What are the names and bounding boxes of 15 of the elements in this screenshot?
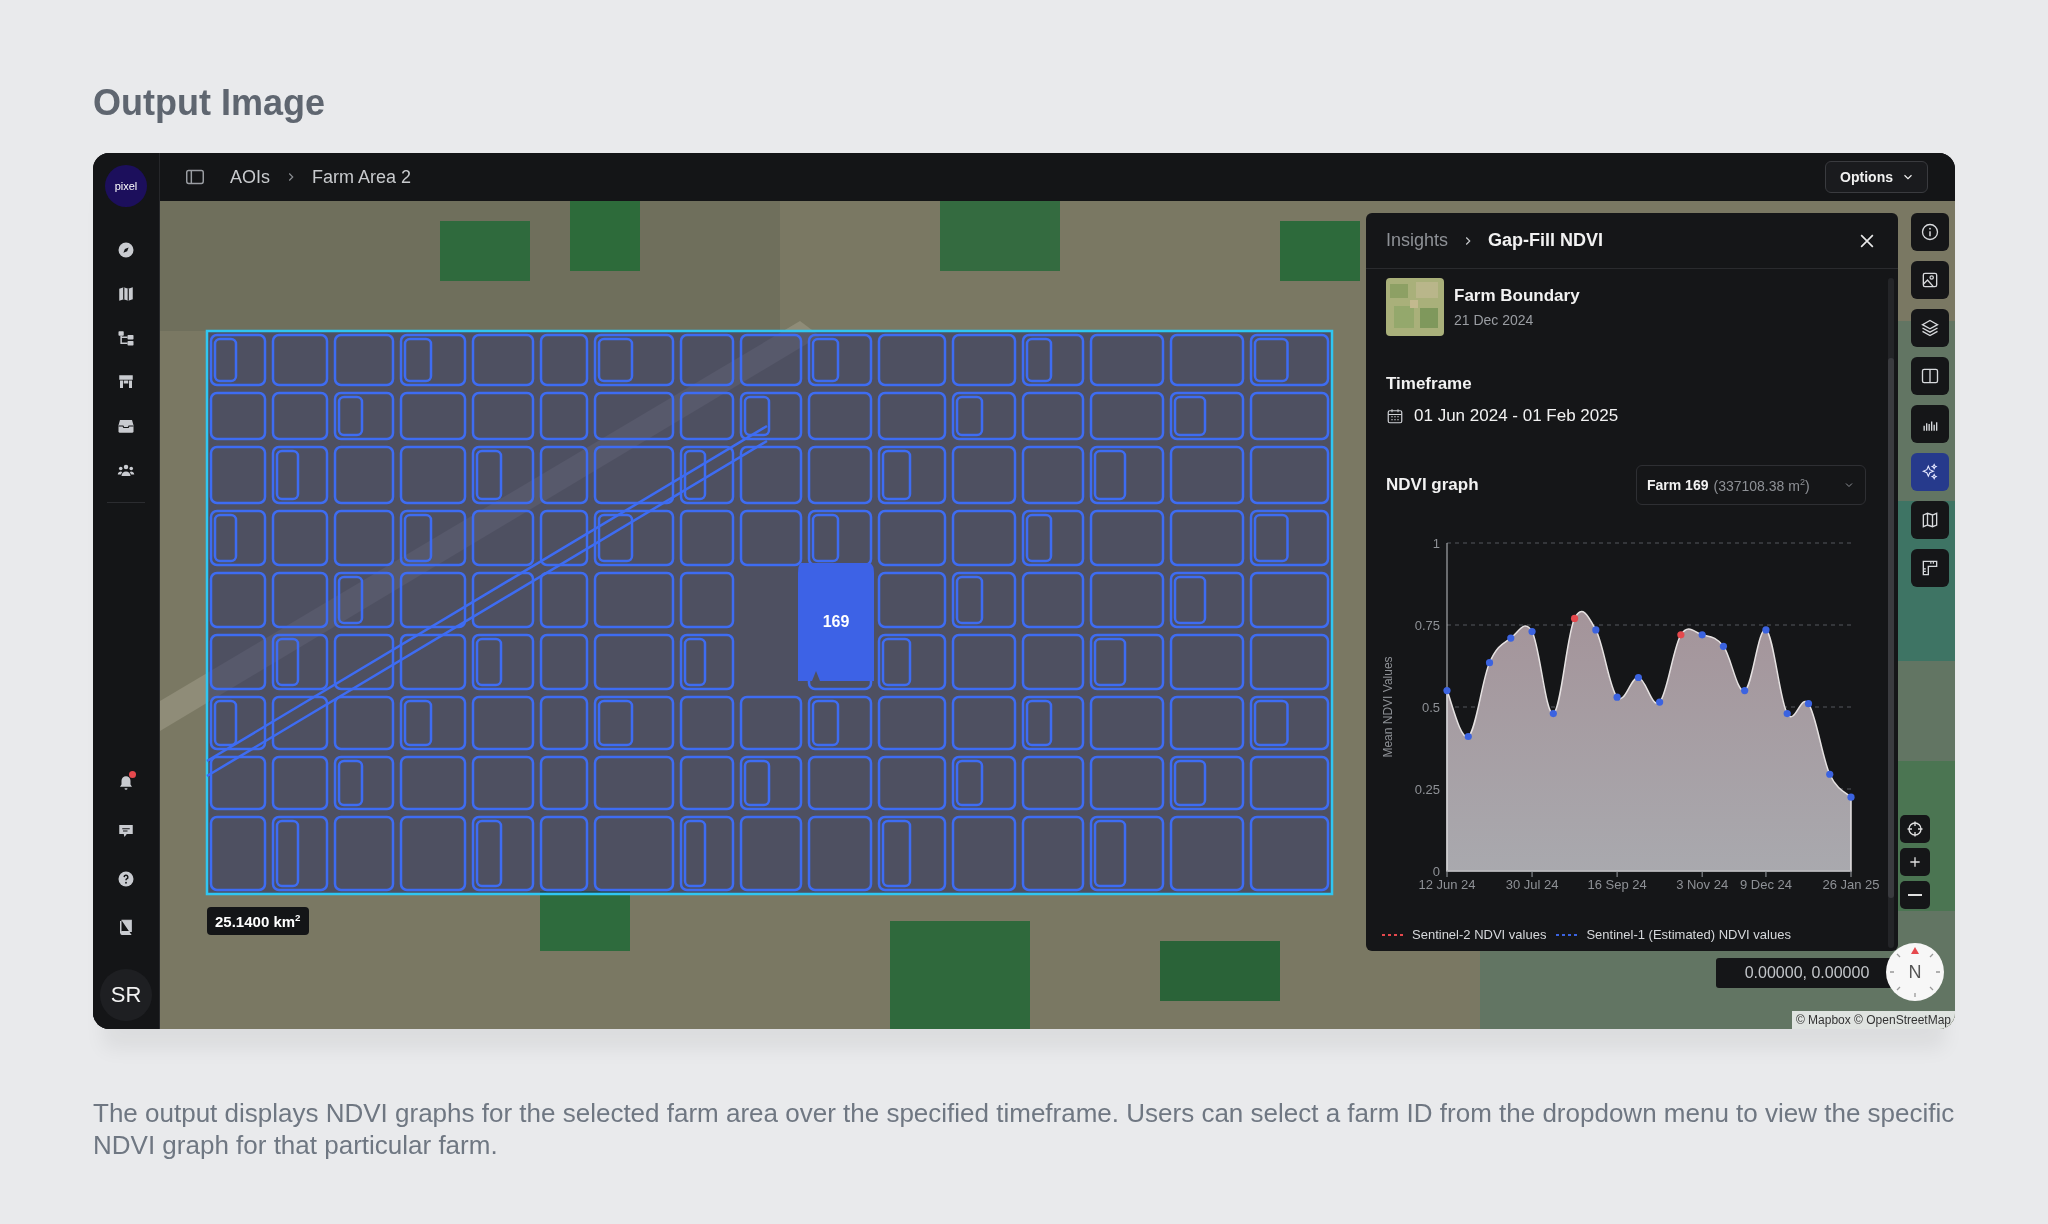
- book-icon: [117, 918, 135, 936]
- user-avatar[interactable]: SR: [100, 969, 152, 1021]
- breadcrumb-link[interactable]: Farm Area 2: [312, 166, 412, 188]
- map-icon: [117, 285, 135, 303]
- options-button[interactable]: Options: [1825, 161, 1928, 193]
- help-icon: [117, 870, 135, 888]
- page-heading: Output Image: [93, 81, 326, 124]
- inbox-icon: [117, 417, 135, 435]
- hierarchy-icon: [117, 329, 135, 347]
- caption: The output displays NDVI graphs for the selected farm area over the specified timeframe. Users can select a farm ID from the dropdown menu to view the specific NDVI graph for that particular farm.: [93, 1097, 1956, 1161]
- compass-icon: [117, 241, 135, 259]
- chat-icon: [117, 822, 135, 840]
- logo[interactable]: pixel: [105, 165, 147, 207]
- breadcrumb-link[interactable]: AOIs: [230, 166, 270, 188]
- bell-icon: [117, 774, 135, 792]
